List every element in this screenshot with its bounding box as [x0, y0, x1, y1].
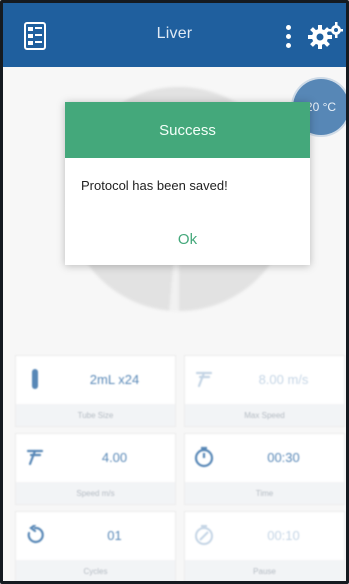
- success-dialog: Success Protocol has been saved! Ok: [65, 102, 310, 265]
- app-frame: Liver 20 °C 2mL x24 Tube Size 8.00 m/s M…: [0, 0, 349, 584]
- dialog-message: Protocol has been saved!: [81, 178, 228, 193]
- settings-gears-icon[interactable]: [307, 21, 344, 51]
- dialog-title: Success: [65, 102, 310, 158]
- app-header: Liver: [3, 3, 346, 67]
- more-menu-icon[interactable]: [279, 21, 297, 51]
- ok-button[interactable]: Ok: [65, 230, 310, 249]
